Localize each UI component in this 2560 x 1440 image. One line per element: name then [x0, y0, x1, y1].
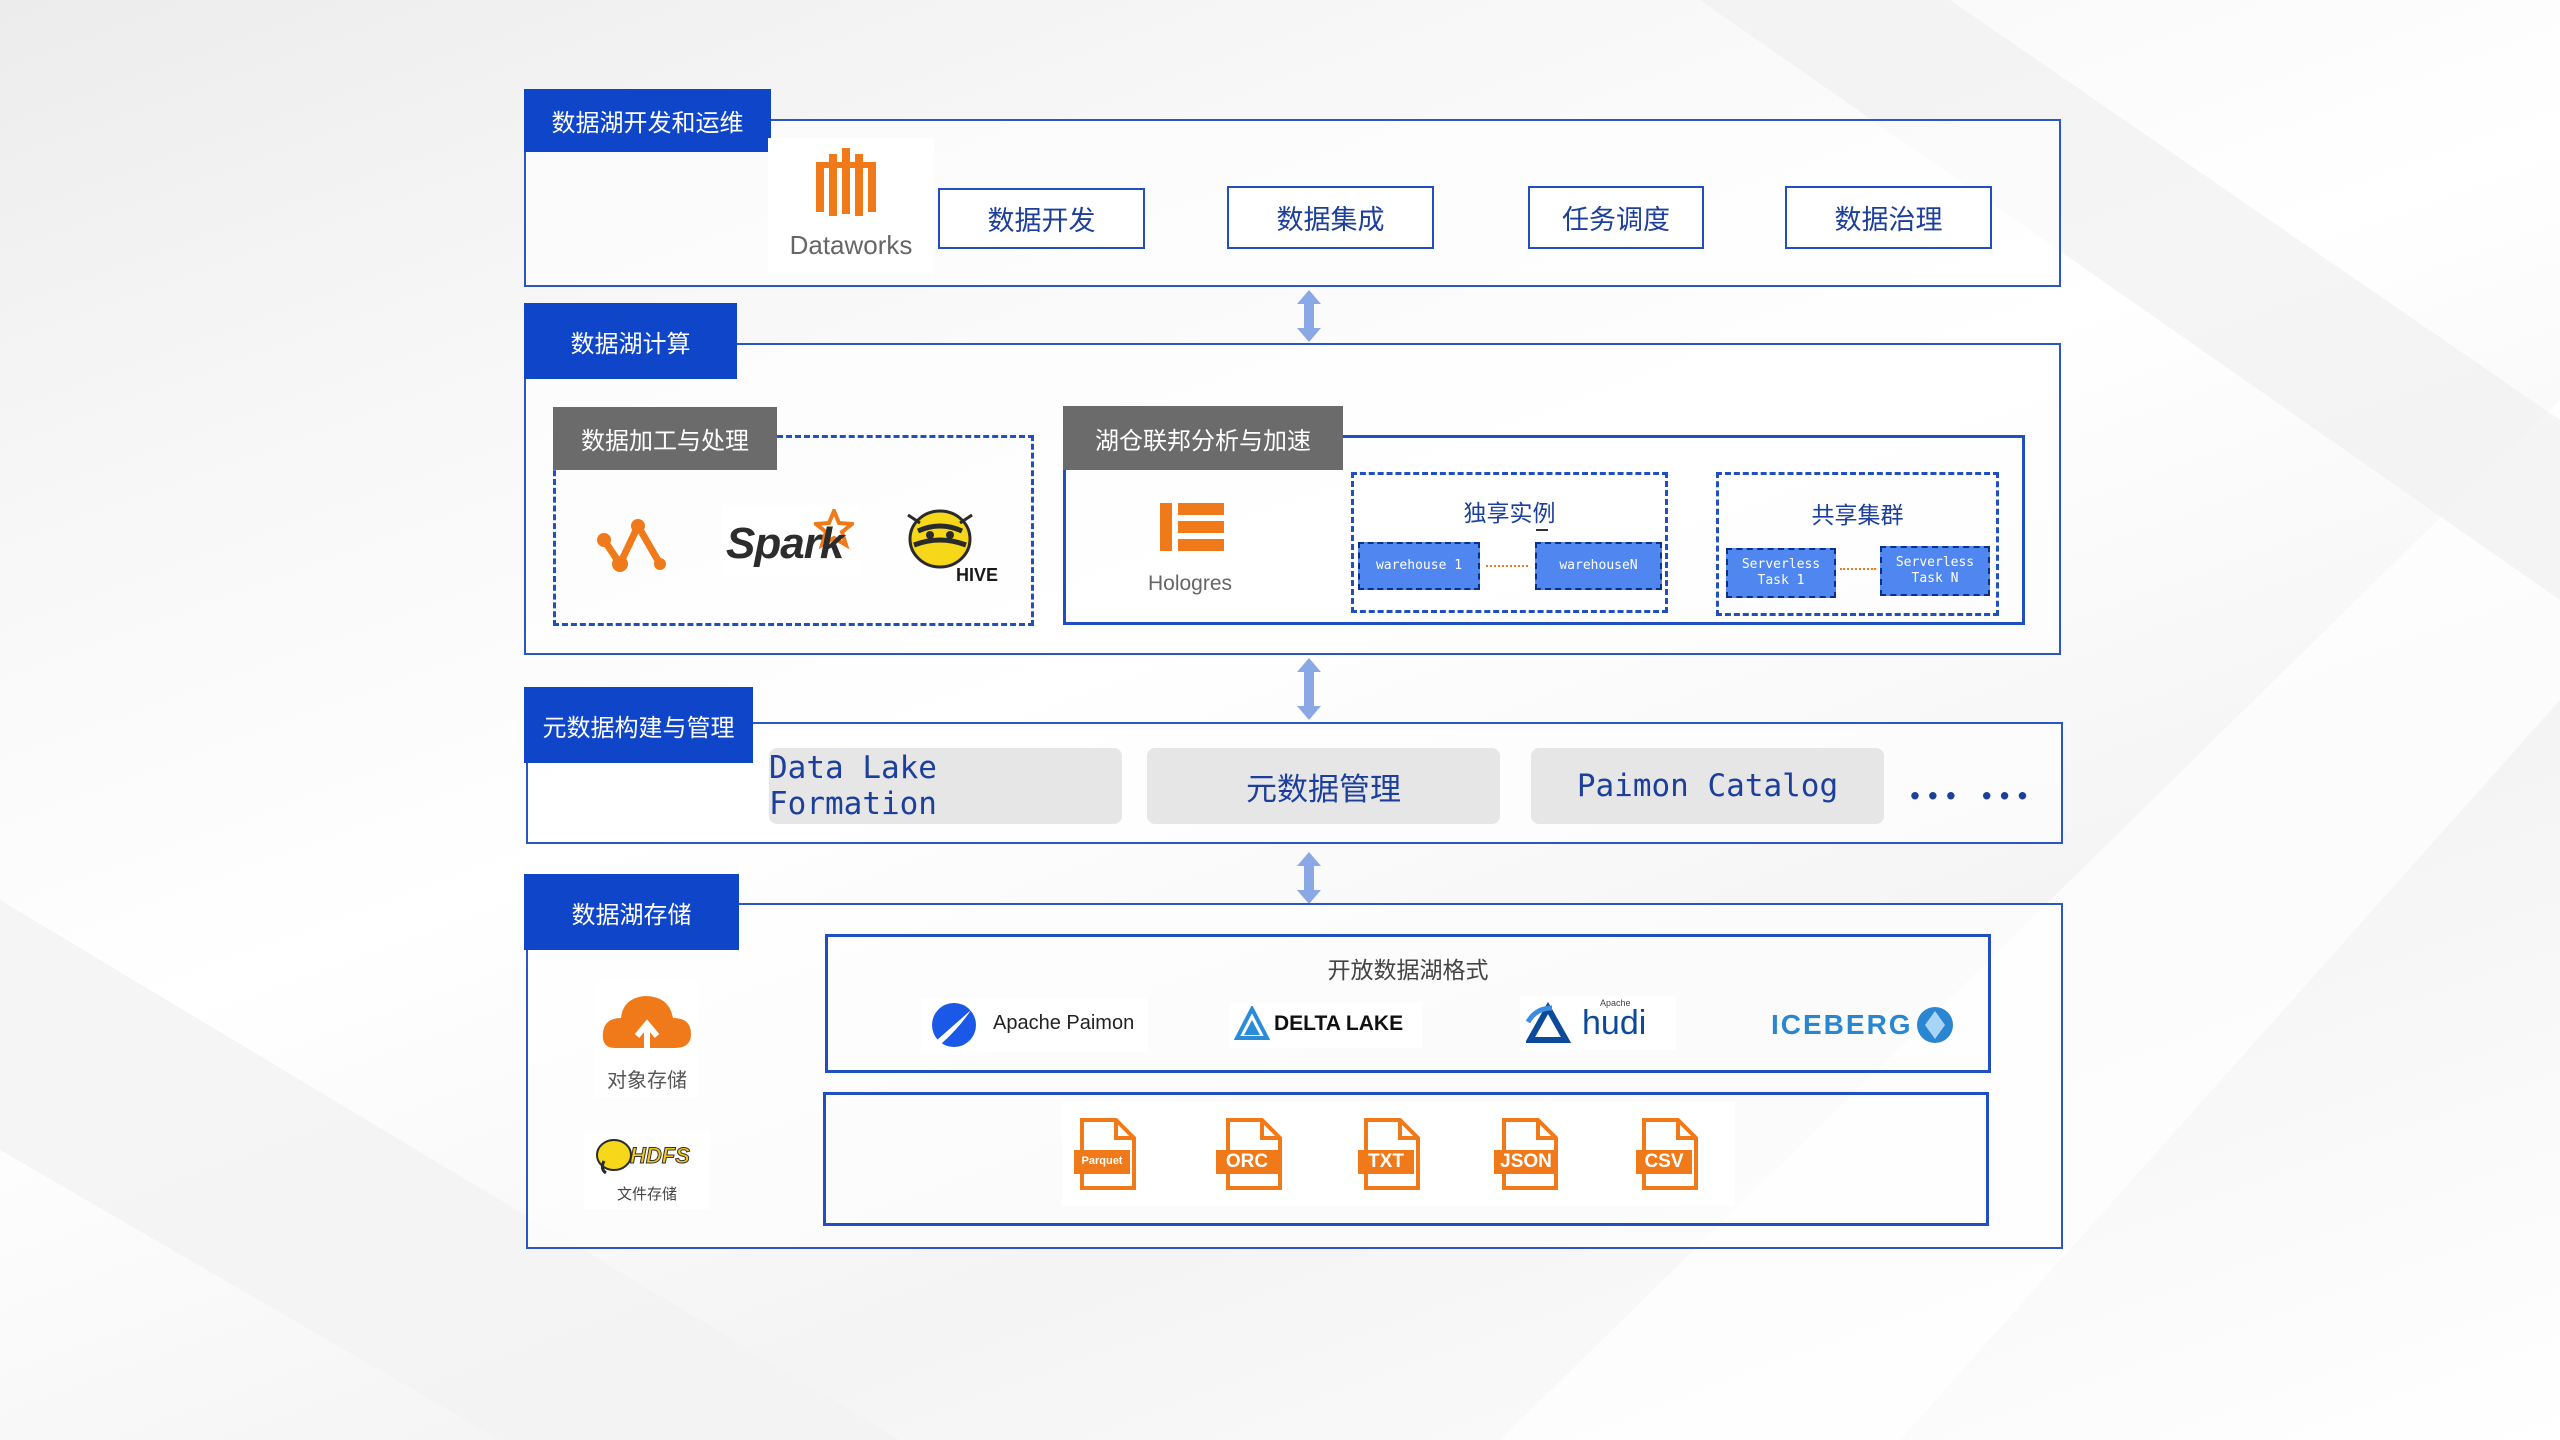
devops-item-data-development[interactable]: 数据开发: [938, 188, 1145, 249]
serverless-task-n-line1: Serverless: [1895, 555, 1975, 570]
exclusive-instance-title: 独享实例: [1463, 501, 1556, 527]
object-storage-logo: 对象存储: [595, 980, 699, 1098]
arrow-devops-compute: [1297, 290, 1321, 342]
shared-cluster-title: 共享集群: [1811, 503, 1904, 529]
apache-paimon-logo: Apache Paimon: [921, 998, 1148, 1052]
parquet-label: Parquet: [1081, 1155, 1123, 1167]
hive-label: HIVE: [956, 565, 999, 585]
paimon-icon: [932, 1003, 976, 1047]
parquet-file-icon: [1074, 1118, 1136, 1190]
exclusive-connector: [1486, 565, 1528, 567]
iceberg-label: ICEBERG: [1771, 1009, 1913, 1040]
processing-title: 数据加工与处理: [553, 407, 777, 470]
apache-paimon-label: Apache Paimon: [993, 1012, 1135, 1034]
file-type-json: JSON: [1492, 1116, 1564, 1192]
file-type-csv: CSV: [1634, 1116, 1702, 1192]
spark-label: Spark: [726, 519, 844, 568]
delta-lake-label: DELTA LAKE: [1274, 1012, 1404, 1035]
hologres-icon: [1160, 503, 1224, 551]
metadata-item-dlf[interactable]: Data Lake Formation: [769, 748, 1122, 824]
exclusive-underline: [1536, 529, 1548, 531]
hudi-logo: Apache hudi: [1520, 996, 1676, 1050]
object-storage-label: 对象存储: [607, 1070, 687, 1092]
cloud-upload-icon: [602, 996, 691, 1052]
serverless-task-1-line1: Serverless: [1741, 557, 1821, 572]
devops-item-data-integration[interactable]: 数据集成: [1227, 186, 1434, 249]
warehouse-1-box: warehouse 1: [1358, 542, 1480, 590]
orc-label: ORC: [1225, 1151, 1269, 1172]
hdfs-caption: 文件存储: [616, 1186, 677, 1203]
serverless-task-n-box: Serverless Task N: [1880, 546, 1990, 596]
hive-logo: HIVE: [900, 503, 1000, 591]
dataworks-label: Dataworks: [789, 230, 913, 260]
file-type-orc: ORC: [1214, 1116, 1286, 1192]
dataworks-logo: Dataworks: [768, 138, 934, 275]
compute-tab: 数据湖计算: [524, 303, 737, 379]
iceberg-logo: ICEBERG: [1765, 1001, 1961, 1049]
iceberg-icon: [1917, 1007, 1953, 1043]
arrow-compute-metadata: [1297, 658, 1321, 720]
arrow-metadata-storage: [1297, 852, 1321, 904]
file-type-txt: TXT: [1356, 1116, 1424, 1192]
hdfs-elephant-icon: [596, 1139, 632, 1175]
serverless-task-n-line2: Task N: [1911, 571, 1959, 586]
metadata-item-metadata-management[interactable]: 元数据管理: [1147, 748, 1500, 824]
dataworks-icon: [816, 148, 876, 216]
open-formats-title: 开放数据湖格式: [1327, 958, 1489, 984]
storage-tab: 数据湖存储: [524, 874, 739, 950]
warehouse-n-box: warehouseN: [1535, 542, 1662, 590]
federation-title: 湖仓联邦分析与加速: [1063, 406, 1343, 470]
hologres-label: Hologres: [1147, 572, 1233, 595]
metadata-item-paimon-catalog[interactable]: Paimon Catalog: [1531, 748, 1884, 824]
csv-label: CSV: [1644, 1151, 1684, 1172]
file-type-parquet: Parquet: [1072, 1116, 1140, 1192]
hudi-label: hudi: [1582, 1004, 1647, 1042]
devops-tab: 数据湖开发和运维: [524, 89, 771, 152]
txt-label: TXT: [1368, 1151, 1404, 1172]
serverless-task-1-box: Serverless Task 1: [1726, 548, 1836, 598]
devops-item-task-scheduling[interactable]: 任务调度: [1528, 186, 1704, 249]
hudi-icon: [1526, 1002, 1572, 1043]
shared-connector: [1840, 568, 1876, 570]
devops-item-data-governance[interactable]: 数据治理: [1785, 186, 1992, 249]
serverless-task-1-line2: Task 1: [1757, 573, 1805, 588]
hdfs-label: HDFS: [630, 1143, 691, 1169]
delta-lake-logo: DELTA LAKE: [1230, 1002, 1422, 1048]
flink-like-icon: [597, 519, 666, 572]
json-label: JSON: [1500, 1151, 1552, 1172]
spark-logo: Spark: [722, 505, 860, 577]
metadata-tab: 元数据构建与管理: [524, 687, 753, 763]
hdfs-logo: HDFS 文件存储: [584, 1131, 710, 1209]
delta-icon: [1234, 1006, 1270, 1040]
metadata-ellipsis: ... ...: [1908, 762, 2034, 809]
